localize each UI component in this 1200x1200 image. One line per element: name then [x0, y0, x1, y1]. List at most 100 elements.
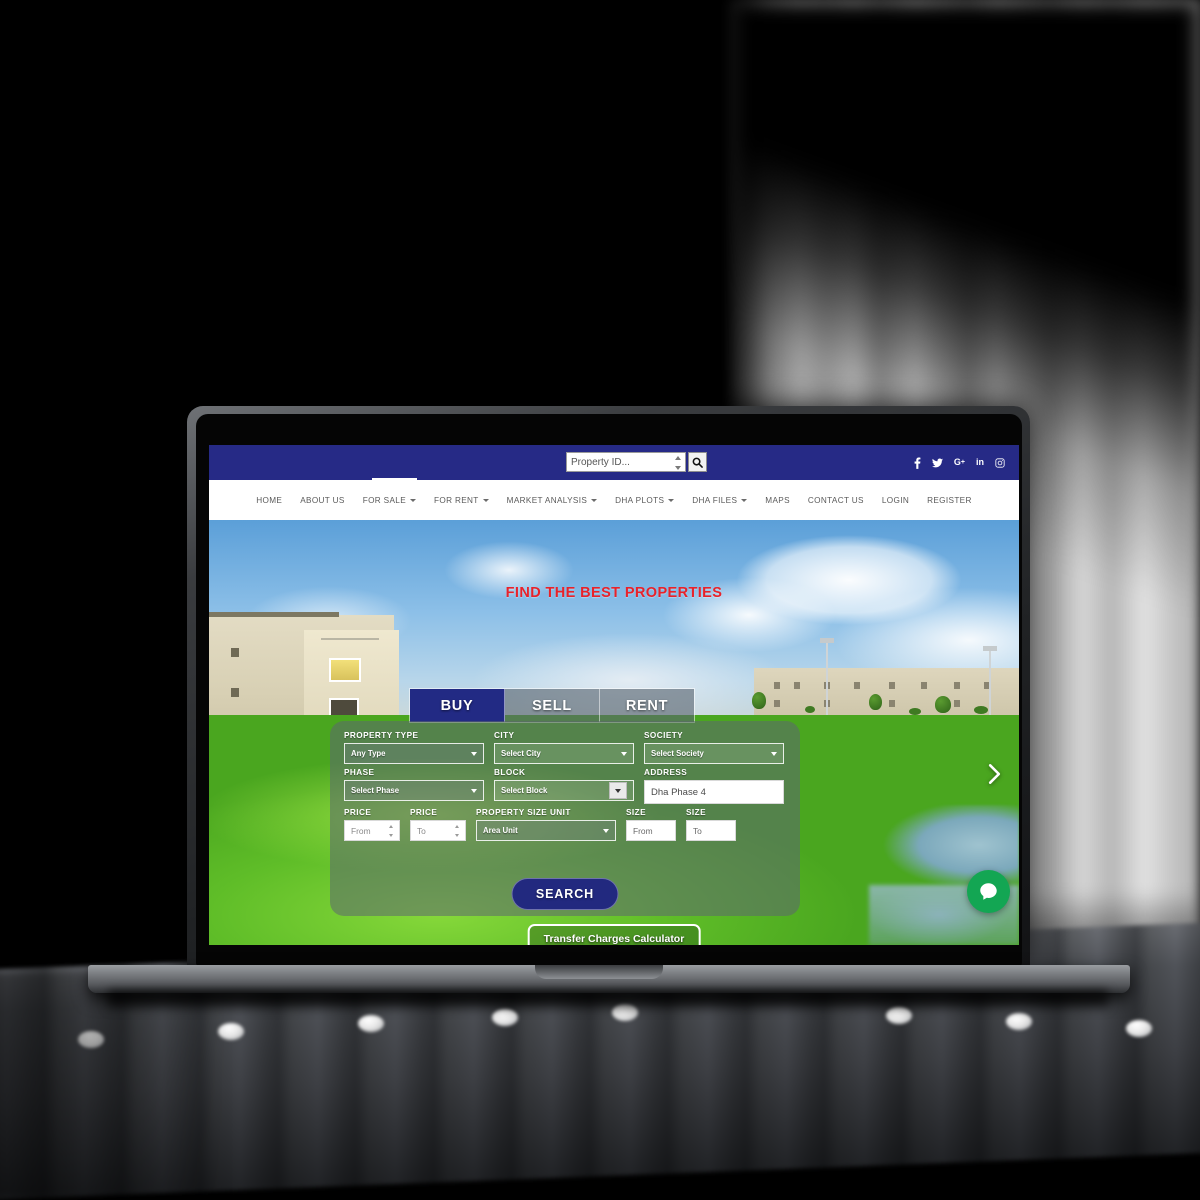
input-placeholder: From [633, 825, 653, 836]
instagram-icon[interactable] [995, 457, 1005, 468]
input-placeholder: To [417, 825, 426, 836]
select-property-type[interactable]: Any Type [344, 743, 484, 764]
listing-mode-tabs: BUY SELL RENT [409, 688, 695, 723]
nav-item-about-us[interactable]: ABOUT US [291, 496, 354, 505]
dropdown-arrow-box[interactable] [609, 782, 627, 799]
number-spinner[interactable] [454, 825, 460, 837]
field-property-type: PROPERTY TYPE Any Type [344, 731, 484, 764]
carousel-next-button[interactable] [985, 760, 1003, 788]
search-submit-button[interactable] [688, 452, 707, 472]
tab-sell[interactable]: SELL [505, 689, 600, 722]
field-phase: PHASE Select Phase [344, 768, 484, 804]
nav-label: REGISTER [927, 495, 972, 505]
chevron-down-icon [471, 751, 477, 756]
input-price-from[interactable]: From [344, 820, 400, 841]
chevron-down-icon [741, 498, 748, 502]
label-society: SOCIETY [644, 731, 684, 740]
label-block: BLOCK [494, 768, 526, 777]
tab-buy[interactable]: BUY [410, 689, 505, 722]
nav-label: HOME [256, 495, 283, 505]
search-icon [692, 457, 703, 468]
nav-item-dha-plots[interactable]: DHA PLOTS [606, 496, 683, 505]
nav-item-register[interactable]: REGISTER [918, 496, 981, 505]
select-size-unit[interactable]: Area Unit [476, 820, 616, 841]
input-price-to[interactable]: To [410, 820, 466, 841]
input-address[interactable]: Dha Phase 4 [644, 780, 784, 804]
select-value: Select Phase [351, 786, 400, 795]
tab-rent[interactable]: RENT [600, 689, 694, 722]
select-block[interactable]: Select Block [494, 780, 634, 801]
facebook-icon[interactable] [914, 456, 921, 469]
field-size-unit: PROPERTY SIZE UNIT Area Unit [476, 808, 616, 841]
nav-label: ABOUT US [300, 495, 345, 505]
nav-item-contact-us[interactable]: CONTACT US [799, 496, 873, 505]
nav-item-login[interactable]: LOGIN [873, 496, 918, 505]
label-price-from: PRICE [344, 808, 372, 817]
number-spinner[interactable] [388, 825, 394, 837]
chevron-down-icon [482, 498, 489, 502]
label-size-to: SIZE [686, 808, 706, 817]
input-placeholder: To [693, 825, 702, 836]
chevron-down-icon [615, 788, 621, 793]
field-size-to: SIZE To [686, 808, 736, 841]
field-address: ADDRESS Dha Phase 4 [644, 768, 784, 804]
nav-label: FOR RENT [434, 495, 479, 505]
label-size-from: SIZE [626, 808, 646, 817]
transfer-charges-calculator-button[interactable]: Transfer Charges Calculator [527, 924, 701, 945]
field-block: BLOCK Select Block [494, 768, 634, 804]
chevron-down-icon [591, 498, 598, 502]
chat-widget-button[interactable] [967, 870, 1010, 913]
select-value: Select Society [651, 749, 704, 758]
laptop-base-shadow [108, 991, 1108, 1009]
nav-label: DHA FILES [692, 495, 738, 505]
select-phase[interactable]: Select Phase [344, 780, 484, 801]
form-row-3: PRICE From PRICE To PROPERTY SIZE UNIT A… [344, 808, 786, 843]
nav-item-maps[interactable]: MAPS [756, 496, 799, 505]
form-row-2: PHASE Select Phase BLOCK Select Block AD… [344, 768, 786, 806]
chevron-down-icon [410, 498, 417, 502]
google-plus-icon[interactable]: G + [954, 458, 965, 467]
chat-bubble-icon [980, 883, 997, 900]
hero-section: FIND THE BEST PROPERTIES BUY SELL RENT P… [209, 520, 1019, 945]
chevron-down-icon [668, 498, 675, 502]
property-id-input[interactable]: Property ID... [566, 452, 686, 472]
nav-label: DHA PLOTS [615, 495, 665, 505]
nav-item-for-rent[interactable]: FOR RENT [425, 496, 498, 505]
label-city: CITY [494, 731, 515, 740]
number-spinner[interactable] [674, 456, 681, 470]
nav-item-home[interactable]: HOME [247, 496, 291, 505]
chevron-down-icon [771, 751, 777, 756]
select-value: Area Unit [483, 826, 518, 835]
field-price-from: PRICE From [344, 808, 400, 841]
select-city[interactable]: Select City [494, 743, 634, 764]
field-society: SOCIETY Select Society [644, 731, 784, 764]
nav-label: MAPS [765, 495, 790, 505]
input-size-from[interactable]: From [626, 820, 676, 841]
input-size-to[interactable]: To [686, 820, 736, 841]
nav-item-market-analysis[interactable]: MARKET ANALYSIS [498, 496, 606, 505]
property-id-placeholder: Property ID... [571, 456, 630, 468]
input-placeholder: From [351, 825, 371, 836]
building-roof [209, 612, 339, 617]
select-value: Select City [501, 749, 541, 758]
laptop-base-notch [535, 965, 663, 979]
chevron-down-icon [471, 788, 477, 793]
nav-item-for-sale[interactable]: FOR SALE [354, 496, 425, 505]
top-bar: Property ID... G + in [209, 445, 1019, 480]
linkedin-icon[interactable]: in [976, 458, 984, 467]
nav-list: HOME ABOUT US FOR SALE FOR RENT MARKET A… [247, 496, 981, 505]
nav-label: LOGIN [881, 495, 910, 505]
twitter-icon[interactable] [931, 458, 943, 468]
label-price-to: PRICE [410, 808, 438, 817]
field-city: CITY Select City [494, 731, 634, 764]
input-value: Dha Phase 4 [651, 786, 706, 798]
search-button[interactable]: SEARCH [511, 878, 619, 910]
laptop-screen: Property ID... G + in HOME ABOUT US FOR … [209, 445, 1019, 945]
select-society[interactable]: Select Society [644, 743, 784, 764]
nav-label: CONTACT US [807, 495, 864, 505]
nav-item-dha-files[interactable]: DHA FILES [683, 496, 756, 505]
website: Property ID... G + in HOME ABOUT US FOR … [209, 445, 1019, 945]
label-address: ADDRESS [644, 768, 688, 777]
form-row-1: PROPERTY TYPE Any Type CITY Select City [344, 731, 786, 766]
chevron-down-icon [621, 751, 627, 756]
